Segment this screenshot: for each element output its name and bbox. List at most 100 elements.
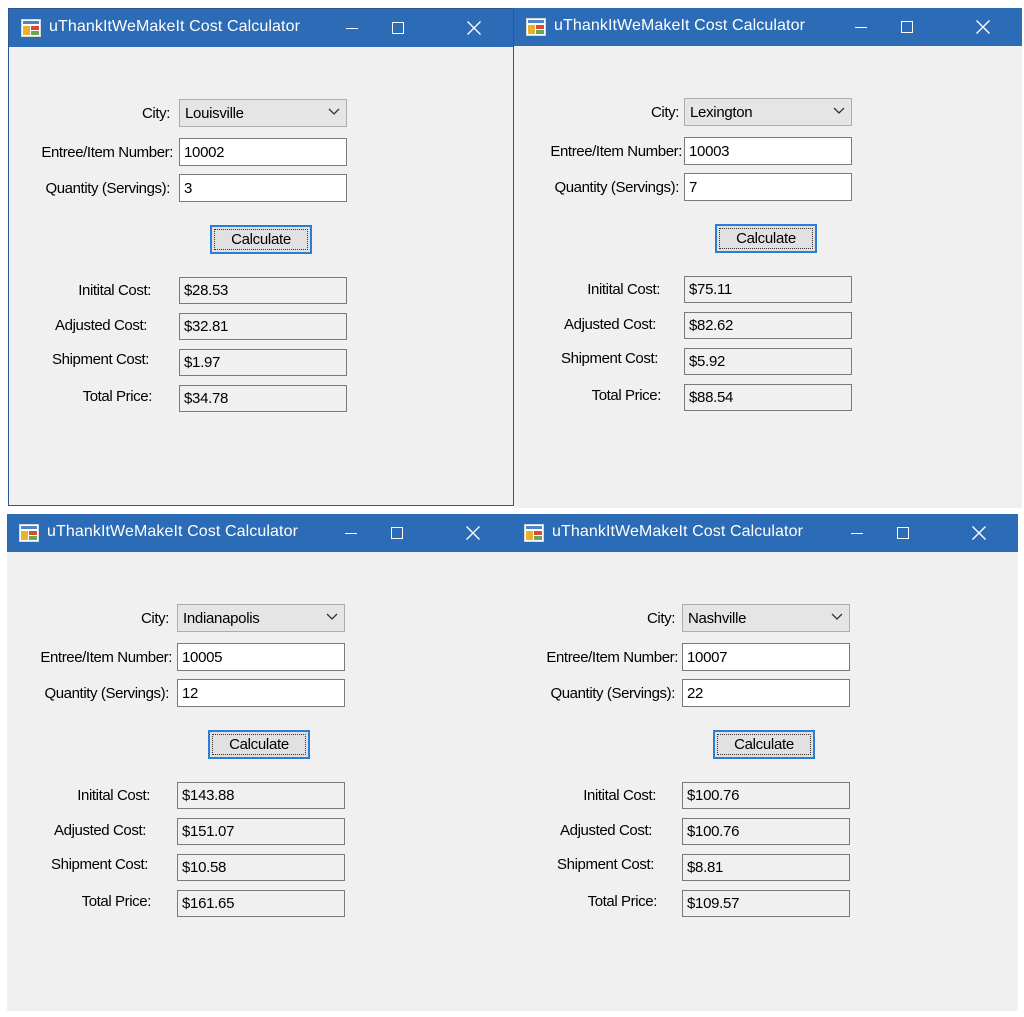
close-button[interactable] [451, 9, 497, 47]
item-number-label: Entree/Item Number: [41, 144, 173, 161]
quantity-input[interactable]: 7 [684, 173, 852, 201]
adjusted-cost-value: $82.62 [689, 317, 734, 334]
shipment-cost-output: $5.92 [684, 348, 852, 375]
minimize-button[interactable] [838, 8, 884, 46]
calculate-button[interactable]: Calculate [208, 730, 310, 759]
item-number-label: Entree/Item Number: [546, 649, 678, 666]
total-price-value: $109.57 [687, 895, 740, 912]
quantity-input[interactable]: 22 [682, 679, 850, 707]
total-price-value: $88.54 [689, 389, 734, 406]
city-label: City: [140, 610, 169, 627]
quantity-label: Quantity (Servings): [554, 179, 679, 196]
shipment-cost-label: Shipment Cost: [557, 856, 654, 873]
calculate-button[interactable]: Calculate [713, 730, 815, 759]
quantity-input[interactable]: 3 [179, 174, 347, 202]
total-price-output: $109.57 [682, 890, 850, 917]
item-number-value: 10007 [687, 649, 728, 666]
close-icon [467, 21, 481, 35]
initial-cost-label: Initital Cost: [583, 787, 656, 804]
adjusted-cost-label: Adjusted Cost: [55, 317, 147, 334]
initial-cost-output: $28.53 [179, 277, 347, 304]
title-bar[interactable]: uThankItWeMakeIt Cost Calculator [9, 9, 513, 47]
shipment-cost-output: $1.97 [179, 349, 347, 376]
minimize-icon [851, 533, 863, 534]
chevron-down-icon [833, 107, 845, 114]
calculate-button[interactable]: Calculate [715, 224, 817, 253]
item-number-input[interactable]: 10007 [682, 643, 850, 671]
maximize-button[interactable] [374, 514, 420, 552]
item-number-label: Entree/Item Number: [550, 143, 682, 160]
total-price-value: $34.78 [184, 390, 229, 407]
quantity-value: 3 [184, 180, 193, 197]
calculator-window: uThankItWeMakeIt Cost Calculator City: I… [7, 514, 512, 1011]
shipment-cost-label: Shipment Cost: [51, 856, 148, 873]
quantity-label: Quantity (Servings): [550, 685, 675, 702]
adjusted-cost-label: Adjusted Cost: [54, 822, 146, 839]
city-dropdown[interactable]: Lexington [684, 98, 852, 126]
city-dropdown[interactable]: Nashville [682, 604, 850, 632]
adjusted-cost-value: $32.81 [184, 318, 229, 335]
initial-cost-label: Initital Cost: [587, 281, 660, 298]
minimize-button[interactable] [328, 514, 374, 552]
calculate-button[interactable]: Calculate [210, 225, 312, 254]
adjusted-cost-label: Adjusted Cost: [564, 316, 656, 333]
maximize-button[interactable] [375, 9, 421, 47]
total-price-output: $88.54 [684, 384, 852, 411]
quantity-value: 22 [687, 685, 704, 702]
app-icon[interactable] [21, 19, 41, 37]
total-price-label: Total Price: [587, 893, 658, 910]
close-icon [466, 526, 480, 540]
chevron-down-icon [831, 613, 843, 620]
adjusted-cost-output: $32.81 [179, 313, 347, 340]
calculate-label: Calculate [736, 230, 796, 247]
title-bar[interactable]: uThankItWeMakeIt Cost Calculator [514, 8, 1022, 46]
minimize-button[interactable] [834, 514, 880, 552]
initial-cost-label: Initital Cost: [78, 282, 151, 299]
app-icon[interactable] [524, 524, 544, 542]
quantity-label: Quantity (Servings): [44, 685, 169, 702]
app-icon[interactable] [19, 524, 39, 542]
initial-cost-value: $28.53 [184, 282, 229, 299]
city-selected-value: Lexington [690, 104, 753, 121]
minimize-button[interactable] [329, 9, 375, 47]
adjusted-cost-output: $100.76 [682, 818, 850, 845]
initial-cost-value: $143.88 [182, 787, 235, 804]
title-bar[interactable]: uThankItWeMakeIt Cost Calculator [512, 514, 1018, 552]
adjusted-cost-output: $151.07 [177, 818, 345, 845]
city-dropdown[interactable]: Louisville [179, 99, 347, 127]
city-dropdown[interactable]: Indianapolis [177, 604, 345, 632]
maximize-icon [391, 527, 403, 539]
title-bar[interactable]: uThankItWeMakeIt Cost Calculator [7, 514, 512, 552]
calculator-window: uThankItWeMakeIt Cost Calculator City: L… [8, 8, 514, 506]
item-number-input[interactable]: 10003 [684, 137, 852, 165]
item-number-label: Entree/Item Number: [40, 649, 172, 666]
calculate-label: Calculate [229, 736, 289, 753]
total-price-output: $161.65 [177, 890, 345, 917]
window-title: uThankItWeMakeIt Cost Calculator [47, 523, 299, 540]
quantity-input[interactable]: 12 [177, 679, 345, 707]
maximize-button[interactable] [880, 514, 926, 552]
item-number-value: 10005 [182, 649, 223, 666]
calculator-window: uThankItWeMakeIt Cost Calculator City: N… [512, 514, 1018, 1011]
shipment-cost-label: Shipment Cost: [561, 350, 658, 367]
adjusted-cost-label: Adjusted Cost: [560, 822, 652, 839]
shipment-cost-value: $8.81 [687, 859, 724, 876]
initial-cost-output: $143.88 [177, 782, 345, 809]
maximize-icon [392, 22, 404, 34]
close-button[interactable] [450, 514, 496, 552]
close-button[interactable] [960, 8, 1006, 46]
minimize-icon [346, 28, 358, 29]
app-icon[interactable] [526, 18, 546, 36]
city-label: City: [646, 610, 675, 627]
item-number-input[interactable]: 10005 [177, 643, 345, 671]
item-number-input[interactable]: 10002 [179, 138, 347, 166]
calculate-label: Calculate [734, 736, 794, 753]
adjusted-cost-value: $151.07 [182, 823, 235, 840]
maximize-icon [901, 21, 913, 33]
maximize-button[interactable] [884, 8, 930, 46]
close-button[interactable] [956, 514, 1002, 552]
close-icon [976, 20, 990, 34]
initial-cost-output: $100.76 [682, 782, 850, 809]
shipment-cost-value: $1.97 [184, 354, 221, 371]
total-price-label: Total Price: [81, 893, 152, 910]
